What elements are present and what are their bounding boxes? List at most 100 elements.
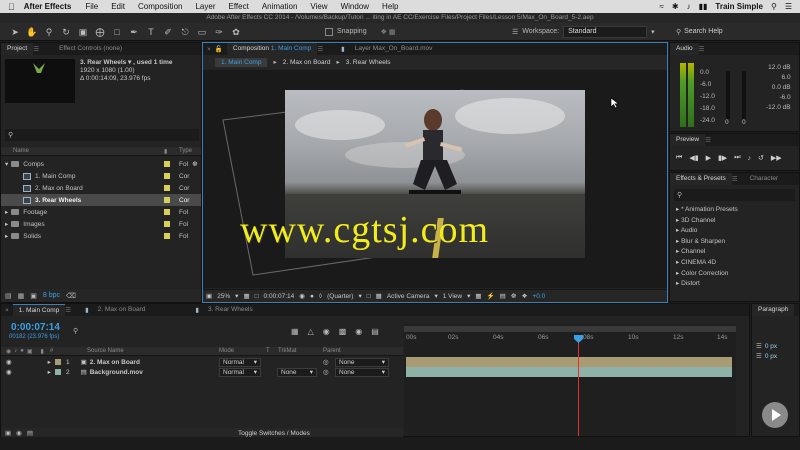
close-icon[interactable]: ×: [207, 46, 211, 53]
first-frame-icon[interactable]: ⏮: [676, 154, 682, 162]
playhead-icon[interactable]: [574, 335, 583, 343]
hand-tool-icon[interactable]: ✋: [25, 25, 39, 39]
effect-category[interactable]: ▸ Blur & Sharpen: [676, 237, 799, 248]
col-mode[interactable]: Mode: [219, 348, 234, 354]
ram-preview-icon[interactable]: ▶▶: [771, 154, 782, 162]
lock-icon[interactable]: ▣: [27, 348, 33, 355]
loop-icon[interactable]: ↺: [758, 154, 764, 162]
tab-effect-controls[interactable]: Effect Controls (none): [53, 43, 128, 55]
layer-row[interactable]: ◉ ▸ 2 ▤ Background.mov Normal ▾ None ▾ ◎ N…: [1, 367, 403, 377]
timeline-graph[interactable]: 00s 02s 04s 06s 08s 10s 12s 14s: [404, 324, 736, 436]
col-type[interactable]: Type: [179, 148, 192, 154]
chevron-right-icon[interactable]: ▸: [5, 232, 8, 240]
search-help-input[interactable]: Search Help: [684, 28, 723, 35]
eye-icon[interactable]: ◉: [6, 368, 12, 376]
time-ruler[interactable]: 00s 02s 04s 06s 08s 10s 12s 14s: [404, 332, 736, 346]
motion-blur-icon[interactable]: ◉: [355, 327, 362, 336]
eraser-tool-icon[interactable]: ▭: [195, 25, 209, 39]
indent-value[interactable]: 0 px: [765, 342, 777, 352]
chevron-down-icon[interactable]: ▾: [235, 292, 238, 300]
list-item[interactable]: 1. Main Comp Cor: [1, 170, 201, 182]
camera-select[interactable]: Active Camera: [387, 293, 430, 300]
level-slider-left[interactable]: [726, 71, 730, 119]
tab-character[interactable]: Character: [744, 173, 785, 185]
zoom-select[interactable]: 25%: [217, 293, 230, 300]
toggle-switches-modes[interactable]: Toggle Switches / Modes: [238, 430, 310, 437]
tab-layer[interactable]: Layer Max_On_Board.mov: [349, 43, 439, 55]
channel-icon[interactable]: ◊: [319, 293, 322, 300]
apple-icon[interactable]: : [8, 2, 15, 12]
label-swatch[interactable]: [164, 197, 170, 203]
label-swatch[interactable]: [164, 173, 170, 179]
label-swatch[interactable]: [164, 221, 170, 227]
rotate-tool-icon[interactable]: ↻: [59, 25, 73, 39]
breadcrumb-rear-wheels[interactable]: 3. Rear Wheels: [346, 59, 391, 66]
user-name[interactable]: Train Simple: [715, 2, 763, 11]
composition-viewer[interactable]: [203, 70, 667, 288]
draft-3d-icon[interactable]: △: [308, 327, 314, 336]
mode-select[interactable]: Normal ▾: [219, 367, 261, 377]
panel-menu-icon[interactable]: ☰: [705, 136, 711, 144]
expand-arrow-icon[interactable]: ▸: [48, 368, 51, 376]
play-icon[interactable]: ▶: [706, 154, 711, 162]
list-item[interactable]: 3. Rear Wheels Cor: [1, 194, 201, 206]
layer-search[interactable]: ⚲: [73, 326, 113, 336]
project-search[interactable]: ⚲: [5, 129, 199, 141]
video-toggle-icon[interactable]: ◉: [6, 348, 11, 355]
menu-window[interactable]: Window: [341, 2, 369, 11]
list-item[interactable]: ▸ Footage Fol: [1, 206, 201, 218]
tab-main-comp[interactable]: 1. Main Comp: [12, 304, 66, 316]
chevron-down-icon[interactable]: ▾: [434, 292, 437, 300]
chevron-down-icon[interactable]: ▾: [5, 160, 8, 168]
flowchart-icon[interactable]: ☸: [192, 160, 198, 168]
panel-menu-icon[interactable]: ☰: [33, 45, 39, 53]
pan-behind-tool-icon[interactable]: ⨁: [93, 25, 107, 39]
chevron-right-icon[interactable]: ▸: [5, 220, 8, 228]
title-safe-icon[interactable]: ▦: [243, 292, 249, 300]
timecode-display[interactable]: 0:00:07:14: [264, 293, 295, 300]
menu-animation[interactable]: Animation: [262, 2, 298, 11]
layer-label-swatch[interactable]: [54, 359, 61, 365]
menu-layer[interactable]: Layer: [195, 2, 215, 11]
label-swatch[interactable]: [164, 209, 170, 215]
snap-options-icon[interactable]: ❖ ▦: [381, 28, 396, 36]
audio-toggle-icon[interactable]: ♪: [14, 348, 17, 354]
view-layout-select[interactable]: 1 View: [443, 293, 462, 300]
level-slider-right[interactable]: [742, 71, 746, 119]
resolution-select[interactable]: (Quarter): [327, 293, 353, 300]
panel-menu-icon[interactable]: ☰: [732, 175, 738, 183]
panel-menu-icon[interactable]: ☰: [65, 306, 71, 314]
reset-exposure-icon[interactable]: ❖: [522, 292, 528, 300]
col-source-name[interactable]: Source Name: [87, 348, 124, 354]
current-time[interactable]: 0:00:07:14: [11, 322, 60, 333]
chevron-down-icon[interactable]: ▾: [651, 28, 655, 36]
eye-icon[interactable]: ◉: [6, 358, 12, 366]
trkmat-select[interactable]: None ▾: [277, 367, 317, 377]
transparency-grid-icon[interactable]: ▦: [376, 292, 382, 300]
panel-menu-icon[interactable]: ☰: [317, 45, 323, 53]
shy-layers-icon[interactable]: ◉: [323, 327, 330, 336]
expand-arrow-icon[interactable]: ▸: [48, 358, 51, 366]
pen-tool-icon[interactable]: ✒: [127, 25, 141, 39]
col-t[interactable]: T: [266, 348, 270, 354]
graph-editor-icon[interactable]: ▤: [371, 327, 379, 336]
selection-tool-icon[interactable]: ➤: [8, 25, 22, 39]
workspace-select[interactable]: Standard: [563, 25, 648, 38]
col-trkmat[interactable]: TrkMat: [278, 348, 296, 354]
tab-composition[interactable]: Composition 1. Main Comp: [226, 43, 318, 55]
wifi-icon[interactable]: ≈: [659, 2, 663, 11]
last-frame-icon[interactable]: ⏭: [734, 154, 740, 162]
next-frame-icon[interactable]: ▮▶: [718, 154, 727, 162]
menu-composition[interactable]: Composition: [138, 2, 182, 11]
roto-brush-tool-icon[interactable]: ✑: [212, 25, 226, 39]
list-item[interactable]: 2. Max on Board Cor: [1, 182, 201, 194]
label-swatch[interactable]: [164, 233, 170, 239]
layer-name[interactable]: 2. Max on Board: [90, 359, 140, 366]
effects-search[interactable]: ⚲: [674, 189, 795, 201]
layer-row[interactable]: ◉ ▸ 1 ▣ 2. Max on Board Normal ▾ ◎ None ▾: [1, 357, 403, 367]
volume-icon[interactable]: ♪: [687, 2, 691, 11]
transfer-controls-icon[interactable]: ◉: [16, 429, 22, 437]
tab-max-on-board[interactable]: 2. Max on Board: [92, 304, 152, 316]
effect-category[interactable]: ▸ Audio: [676, 226, 799, 237]
menu-edit[interactable]: Edit: [111, 2, 125, 11]
